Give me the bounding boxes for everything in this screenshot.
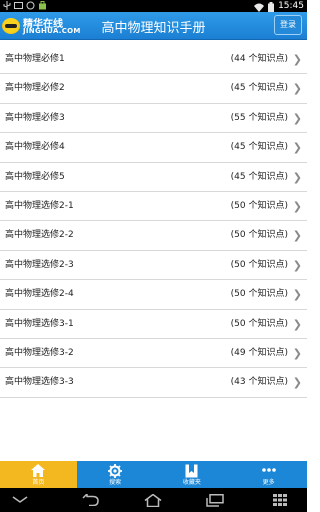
bag-notification-icon: [38, 1, 47, 10]
list-item-count: (44 个知识点): [230, 54, 288, 64]
tab-more[interactable]: 更多: [230, 461, 307, 488]
tab-search[interactable]: 搜索: [77, 461, 154, 488]
gear-icon: [77, 464, 154, 478]
status-bar: 15:45: [0, 0, 307, 12]
list-item-count: (50 个知识点): [230, 259, 288, 270]
hide-keyboard-icon[interactable]: [10, 493, 30, 507]
menu-grid-icon[interactable]: [270, 493, 290, 507]
list-item-title: 高中物理选修3-2: [5, 347, 74, 358]
list-item-title: 高中物理选修2-1: [5, 200, 74, 211]
tab-favorites[interactable]: 收藏夹: [154, 461, 231, 488]
list-item-count: (49 个知识点): [230, 347, 288, 358]
list-item-count: (55 个知识点): [230, 112, 288, 123]
chevron-right-icon: ❯: [292, 170, 302, 184]
chevron-right-icon: ❯: [292, 346, 302, 360]
chevron-right-icon: ❯: [292, 376, 302, 390]
chevron-right-icon: ❯: [292, 288, 302, 302]
usb-icon: [3, 1, 11, 10]
list-item[interactable]: 高中物理必修3 (55 个知识点) ❯: [0, 103, 307, 134]
list-item-title: 高中物理选修3-3: [5, 377, 74, 388]
list-item[interactable]: 高中物理选修2-2 (50 个知识点) ❯: [0, 221, 307, 251]
recent-apps-icon[interactable]: [205, 493, 225, 507]
list-item[interactable]: 高中物理选修2-1 (50 个知识点) ❯: [0, 191, 307, 222]
book-list: 高中物理必修1 (44 个知识点) ❯ 高中物理必修2 (45 个知识点) ❯ 高中物理必修…: [0, 45, 307, 398]
list-item[interactable]: 高中物理必修2 (45 个知识点) ❯: [0, 74, 307, 104]
system-nav-bar: [0, 488, 307, 512]
chevron-right-icon: ❯: [292, 229, 302, 243]
list-item[interactable]: 高中物理必修4 (45 个知识点) ❯: [0, 133, 307, 163]
list-item-title: 高中物理选修3-1: [5, 318, 74, 329]
home-nav-icon[interactable]: [143, 493, 163, 507]
list-item-count: (50 个知识点): [230, 200, 288, 211]
list-item-count: (45 个知识点): [230, 142, 288, 153]
chevron-right-icon: ❯: [292, 199, 302, 213]
list-item-count: (43 个知识点): [230, 377, 288, 388]
more-icon: [230, 464, 307, 478]
list-item-title: 高中物理选修2-2: [5, 230, 74, 241]
page-title: 高中物理知识手册: [101, 21, 206, 36]
list-item[interactable]: 高中物理必修5 (45 个知识点) ❯: [0, 162, 307, 192]
chevron-right-icon: ❯: [292, 141, 302, 155]
chevron-right-icon: ❯: [292, 258, 302, 272]
home-icon: [0, 464, 77, 478]
list-item-title: 高中物理必修2: [5, 83, 65, 94]
app-header: 精华在线 JINGHUA.COM 高中物理知识手册 登录: [0, 12, 307, 40]
list-item-title: 高中物理必修1: [5, 54, 65, 64]
chevron-right-icon: ❯: [292, 53, 302, 66]
list-item-title: 高中物理必修4: [5, 142, 65, 153]
app-notification-icon: [26, 1, 35, 10]
tab-home[interactable]: 首页: [0, 461, 77, 488]
tab-home-label: 首页: [32, 479, 45, 486]
list-item-title: 高中物理必修5: [5, 171, 65, 182]
list-item[interactable]: 高中物理选修3-1 (50 个知识点) ❯: [0, 309, 307, 339]
screenshot-icon: [14, 1, 23, 10]
list-item-count: (50 个知识点): [230, 318, 288, 329]
login-button[interactable]: 登录: [274, 15, 302, 35]
list-item-title: 高中物理选修2-4: [5, 289, 74, 300]
list-item-count: (50 个知识点): [230, 230, 288, 241]
tab-search-label: 搜索: [109, 479, 122, 486]
chevron-right-icon: ❯: [292, 111, 302, 125]
list-item-title: 高中物理选修2-3: [5, 259, 74, 270]
list-item[interactable]: 高中物理必修1 (44 个知识点) ❯: [0, 45, 307, 75]
chevron-right-icon: ❯: [292, 317, 302, 331]
list-item[interactable]: 高中物理选修3-2 (49 个知识点) ❯: [0, 338, 307, 369]
list-item-count: (50 个知识点): [230, 289, 288, 300]
bookmark-icon: [154, 464, 231, 478]
bottom-tab-bar: 首页 搜索 收藏夹 更多: [0, 461, 307, 488]
list-item-title: 高中物理必修3: [5, 112, 65, 123]
list-item[interactable]: 高中物理选修2-3 (50 个知识点) ❯: [0, 250, 307, 281]
list-item-count: (45 个知识点): [230, 171, 288, 182]
list-item-count: (45 个知识点): [230, 83, 288, 94]
list-item[interactable]: 高中物理选修3-3 (43 个知识点) ❯: [0, 368, 307, 398]
chevron-right-icon: ❯: [292, 82, 302, 96]
list-item[interactable]: 高中物理选修2-4 (50 个知识点) ❯: [0, 280, 307, 310]
tab-more-label: 更多: [262, 479, 275, 486]
back-icon[interactable]: [80, 493, 100, 507]
status-time: 15:45: [278, 1, 304, 11]
tab-favorites-label: 收藏夹: [182, 479, 201, 486]
